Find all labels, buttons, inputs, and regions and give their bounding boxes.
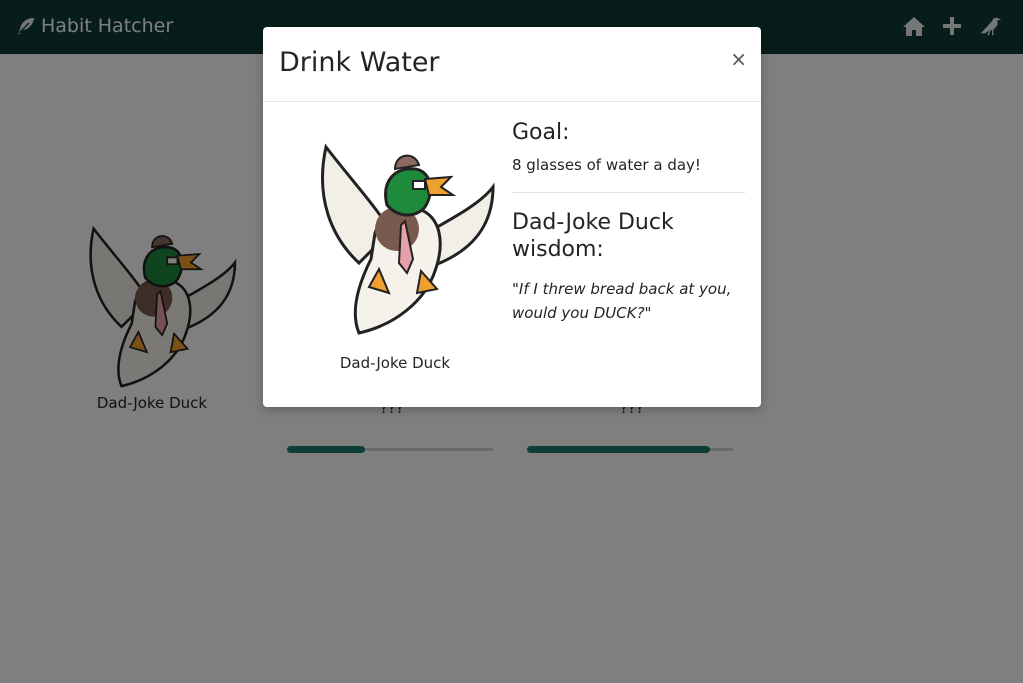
duck-illustration: [321, 143, 495, 335]
close-button[interactable]: ×: [730, 47, 747, 71]
modal-header: Drink Water ×: [263, 27, 761, 102]
duck-name: Dad-Joke Duck: [339, 354, 451, 372]
goal-heading: Goal:: [512, 120, 570, 145]
modal-body: Dad-Joke Duck Goal: 8 glasses of water a…: [263, 103, 761, 407]
habit-info: Goal: 8 glasses of water a day! Dad-Joke…: [512, 119, 745, 325]
wisdom-heading: Dad-Joke Duck wisdom:: [512, 210, 674, 262]
divider: [512, 192, 745, 193]
goal-text: 8 glasses of water a day!: [512, 156, 701, 174]
wisdom-text: "If I threw bread back at you, would you…: [512, 280, 732, 322]
modal-title: Drink Water: [279, 47, 440, 78]
habit-detail-modal: Drink Water × Dad-Joke Duck Goal: 8 glas…: [263, 27, 761, 407]
